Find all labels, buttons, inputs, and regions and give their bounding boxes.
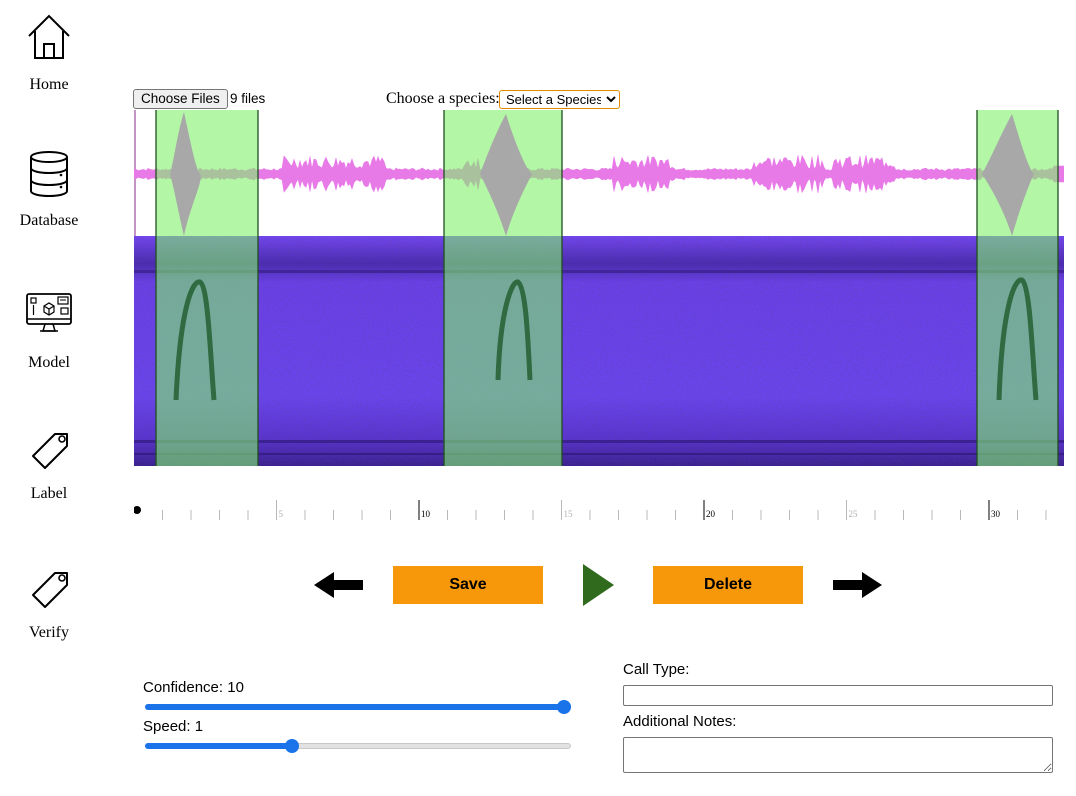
timeline-tick-label: 20 (706, 509, 716, 519)
notes-textarea[interactable] (623, 737, 1053, 773)
timeline-ruler[interactable]: 5 10 15 20 25 30 (134, 498, 1064, 524)
choose-files-button[interactable]: Choose Files (133, 89, 228, 109)
home-icon (28, 14, 70, 59)
confidence-slider[interactable] (145, 698, 571, 716)
arrow-right-icon (833, 572, 882, 598)
slider-thumb[interactable] (557, 700, 571, 714)
database-icon (30, 151, 68, 198)
file-count-text: 9 files (230, 91, 266, 106)
confidence-label: Confidence: 10 (143, 679, 244, 696)
playhead-marker[interactable] (134, 506, 141, 514)
sidebar-item-database[interactable]: Database (0, 150, 98, 230)
save-button[interactable]: Save (393, 566, 543, 604)
selection-region[interactable] (155, 110, 259, 466)
delete-button[interactable]: Delete (653, 566, 803, 604)
sidebar-item-label-page[interactable]: Label (0, 428, 98, 503)
timeline-tick-label: 5 (279, 509, 284, 519)
arrow-left-icon (314, 572, 363, 598)
species-select[interactable]: Select a Species (499, 90, 620, 109)
slider-fill (145, 704, 571, 710)
sidebar-item-label: Verify (29, 624, 69, 641)
tag-icon (32, 433, 68, 469)
sidebar-item-label: Database (19, 212, 79, 229)
slider-thumb[interactable] (285, 739, 300, 753)
call-type-input[interactable] (623, 685, 1053, 706)
timeline-ticks: 5 10 15 20 25 30 (162, 500, 1047, 520)
spectrogram (134, 236, 1064, 466)
timeline-tick-label: 15 (564, 509, 574, 519)
speed-slider[interactable] (145, 737, 571, 755)
slider-fill (145, 743, 290, 749)
sidebar-item-label: Home (29, 76, 69, 93)
call-type-label: Call Type: (623, 661, 690, 678)
notes-label: Additional Notes: (623, 713, 737, 730)
speed-label: Speed: 1 (143, 718, 204, 735)
tag-icon (32, 572, 68, 608)
play-button[interactable] (583, 564, 614, 606)
timeline-tick-label: 10 (421, 509, 431, 519)
play-icon (583, 564, 614, 606)
species-label: Choose a species: (386, 90, 500, 107)
sidebar-item-label: Model (28, 354, 70, 371)
timeline-tick-label: 25 (849, 509, 859, 519)
timeline-tick-label: 30 (991, 509, 1001, 519)
sidebar-item-model[interactable]: Model (0, 292, 98, 372)
model-monitor-icon (26, 293, 72, 332)
audio-viewer[interactable] (134, 110, 1064, 466)
sidebar-item-label: Label (30, 485, 68, 502)
sidebar-item-home[interactable]: Home (0, 12, 98, 94)
sidebar-item-verify[interactable]: Verify (0, 567, 98, 642)
waveform (134, 110, 1064, 236)
prev-arrow-button[interactable] (314, 572, 364, 598)
next-arrow-button[interactable] (833, 572, 883, 598)
